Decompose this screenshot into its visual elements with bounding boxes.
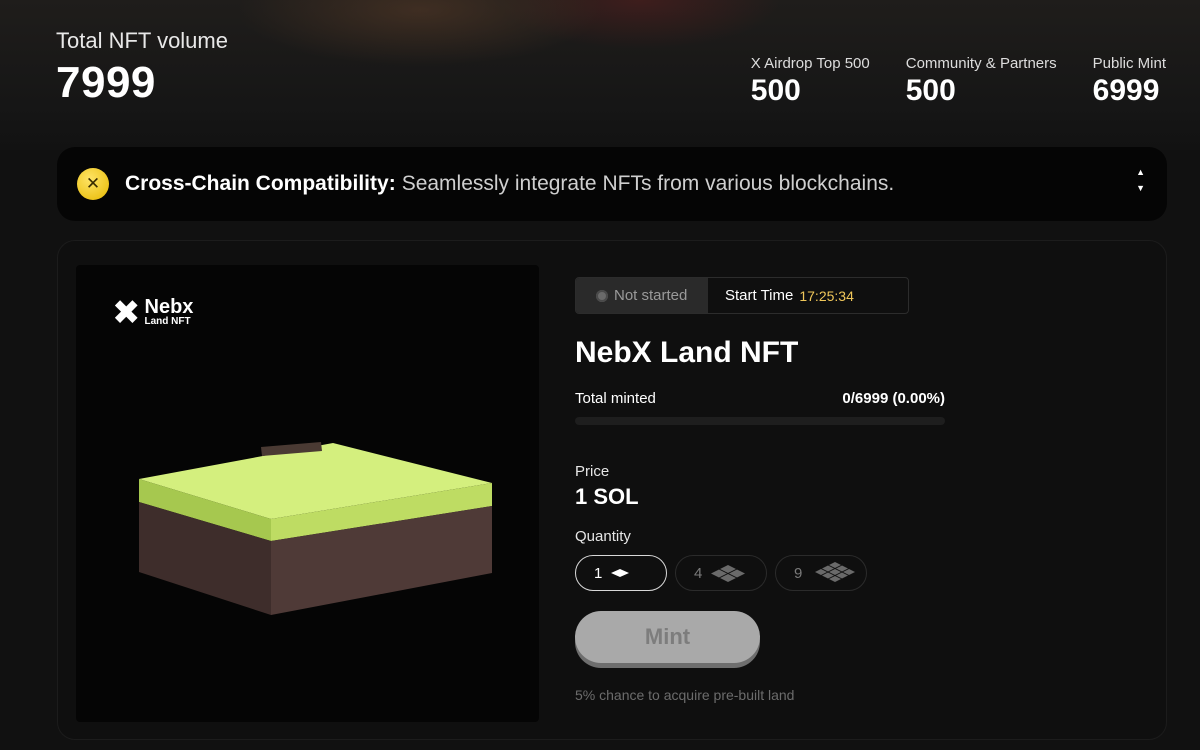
- minted-value: 0/6999 (0.00%): [842, 390, 945, 407]
- stat-community: Community & Partners 500: [906, 55, 1057, 108]
- total-volume: Total NFT volume 7999: [56, 28, 228, 108]
- logo-name: Nebx: [144, 296, 194, 318]
- price-value: 1 SOL: [575, 484, 639, 509]
- stat-label: Public Mint: [1092, 55, 1166, 72]
- ticker-text: Seamlessly integrate NFTs from various b…: [401, 172, 895, 195]
- quantity-value: 4: [694, 564, 703, 582]
- ticker-title: Cross-Chain Compatibility:: [125, 172, 396, 195]
- allocation-stats: X Airdrop Top 500 500 Community & Partne…: [751, 55, 1166, 108]
- four-tile-icon: [711, 565, 746, 582]
- logo-subtitle: Land NFT: [144, 316, 191, 327]
- nine-tile-icon: [815, 562, 856, 582]
- mint-progress-bar: [575, 417, 945, 425]
- stat-label: Community & Partners: [905, 55, 1057, 72]
- status-text: Not started: [614, 287, 688, 304]
- status-badge: Not started: [576, 278, 708, 313]
- minted-label: Total minted: [575, 390, 656, 407]
- arrow-down-icon[interactable]: ▼: [1136, 183, 1145, 193]
- stat-public-mint: Public Mint 6999: [1093, 55, 1166, 108]
- arrow-up-icon[interactable]: ▲: [1136, 167, 1145, 177]
- quantity-label: Quantity: [575, 528, 631, 545]
- quantity-option-1[interactable]: 1: [575, 555, 667, 591]
- start-time-value: 17:25:34: [799, 287, 854, 304]
- total-volume-label: Total NFT volume: [56, 28, 228, 53]
- mint-panel: ✖ Nebx Land NFT Not started Start Time 1…: [57, 240, 1167, 740]
- price-label: Price: [575, 463, 610, 480]
- nft-preview: ✖ Nebx Land NFT: [76, 265, 539, 722]
- stat-airdrop: X Airdrop Top 500 500: [751, 55, 870, 108]
- quantity-value: 1: [594, 564, 603, 582]
- nebx-logo: ✖ Nebx Land NFT: [112, 293, 193, 333]
- stat-value: 500: [750, 74, 801, 107]
- stat-value: 6999: [1092, 74, 1160, 107]
- quantity-selector: 1 4 9: [575, 555, 975, 591]
- prebuilt-land-note: 5% chance to acquire pre-built land: [575, 687, 795, 703]
- minted-row: Total minted 0/6999 (0.00%): [575, 390, 945, 407]
- status-dot-icon: [596, 289, 608, 302]
- x-coin-icon: ✕: [77, 168, 109, 200]
- feature-ticker: ✕ Cross-Chain Compatibility: Seamlessly …: [57, 147, 1167, 221]
- x-logo-icon: ✖: [112, 294, 141, 332]
- quantity-option-9[interactable]: 9: [775, 555, 867, 591]
- start-time: Start Time 17:25:34: [708, 278, 908, 313]
- start-time-label: Start Time: [725, 287, 794, 304]
- ticker-arrows: ▲ ▼: [1136, 167, 1145, 193]
- mint-button[interactable]: Mint: [575, 611, 760, 663]
- stat-value: 500: [905, 74, 956, 107]
- mint-details: Not started Start Time 17:25:34 NebX Lan…: [575, 277, 975, 703]
- single-tile-icon: [611, 569, 630, 577]
- quantity-value: 9: [794, 564, 803, 582]
- quantity-option-4[interactable]: 4: [675, 555, 767, 591]
- total-volume-value: 7999: [56, 58, 156, 107]
- nft-title: NebX Land NFT: [575, 336, 799, 369]
- stat-label: X Airdrop Top 500: [750, 55, 870, 72]
- land-tile-illustration: [139, 442, 492, 615]
- sale-status-bar: Not started Start Time 17:25:34: [575, 277, 909, 314]
